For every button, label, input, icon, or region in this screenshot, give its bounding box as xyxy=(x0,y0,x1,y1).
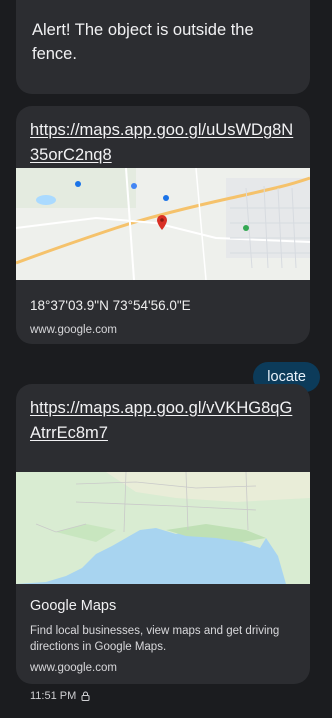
location-link-card[interactable]: https://maps.app.goo.gl/uUsWDg8N35orC2nq… xyxy=(16,106,310,344)
link-domain: www.google.com xyxy=(30,324,117,336)
maps-link-1[interactable]: https://maps.app.goo.gl/uUsWDg8N35orC2nq… xyxy=(30,118,296,168)
alert-message-bubble: Alert! The object is outside the fence. xyxy=(16,0,310,94)
alert-message-text: Alert! The object is outside the fence. xyxy=(32,21,254,63)
timestamp-text: 11:51 PM xyxy=(30,690,77,702)
message-timestamp: 11:51 PM xyxy=(30,690,90,702)
link-domain: www.google.com xyxy=(30,662,117,674)
maps-link-2[interactable]: https://maps.app.goo.gl/vVKHG8qGAtrrEc8m… xyxy=(30,396,296,446)
link-preview-description: Find local businesses, view maps and get… xyxy=(30,625,280,653)
link-preview-title: Google Maps xyxy=(30,598,117,614)
map-preview-local[interactable] xyxy=(16,168,310,280)
google-maps-link-card[interactable]: https://maps.app.goo.gl/vVKHG8qGAtrrEc8m… xyxy=(16,384,310,684)
lock-icon xyxy=(81,691,90,701)
location-coordinates: 18°37'03.9"N 73°54'56.0"E xyxy=(30,298,191,313)
map-preview-region[interactable] xyxy=(16,472,310,584)
